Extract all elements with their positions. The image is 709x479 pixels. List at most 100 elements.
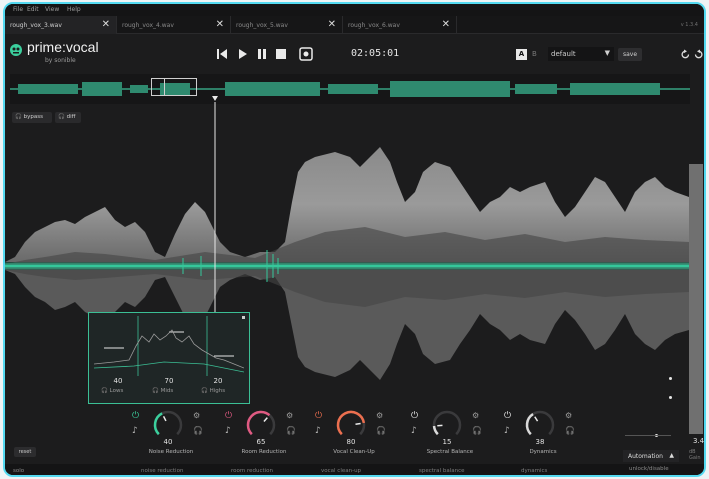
loop-icon[interactable] (297, 46, 315, 62)
power-icon[interactable]: ⏻ (132, 411, 139, 421)
note-icon[interactable]: ♪ (225, 426, 231, 436)
noise-reduction-knob[interactable] (151, 408, 185, 442)
status-item: spectral balance (419, 468, 465, 474)
status-item: room reduction (231, 468, 274, 474)
settings-icon[interactable]: ⚙ (472, 411, 479, 420)
headphones-icon[interactable]: 🎧 (472, 426, 482, 435)
header: prime:vocal by sonible 02:05:01 A B defa… (5, 34, 704, 74)
power-icon[interactable]: ⏻ (315, 411, 322, 421)
menu-view[interactable]: View (45, 6, 59, 13)
vocal-clean-up-knob[interactable] (334, 408, 368, 442)
power-icon[interactable]: ⏻ (411, 411, 418, 421)
overview-waveform (10, 81, 690, 97)
note-icon[interactable]: ♪ (132, 426, 138, 436)
brand-by: by sonible (45, 57, 76, 64)
timecode-display: 02:05:01 (351, 48, 400, 59)
knob-value: 80 (346, 438, 356, 446)
module-name: Noise Reduction (148, 449, 194, 455)
tab-rough-vox-3[interactable]: rough_vox_3.wav ✕ (5, 16, 117, 34)
diff-button[interactable]: 🎧 diff (55, 112, 81, 123)
knob-pointer (263, 417, 268, 423)
dynamics-knob[interactable] (523, 408, 557, 442)
module-name: Spectral Balance (426, 449, 474, 455)
module-name: Vocal Clean-Up (333, 449, 375, 455)
ab-b-button[interactable]: B (532, 50, 537, 58)
knob-pointer (534, 416, 539, 422)
automation-dropdown[interactable]: Automation ▲ (623, 450, 679, 462)
diff-label: diff (66, 114, 76, 120)
module-name: Room Reduction (241, 449, 287, 455)
save-button[interactable]: save (618, 48, 642, 61)
settings-icon[interactable]: ⚙ (193, 411, 200, 420)
tab-label: rough_vox_5.wav (236, 22, 288, 29)
note-icon[interactable]: ♪ (411, 426, 417, 436)
scroll-indicator[interactable] (669, 396, 672, 399)
module-noise-reduction: ⏻ ♪ ⚙ 🎧 40 Noise Reduction (126, 406, 216, 464)
tab-label: rough_vox_3.wav (10, 22, 62, 29)
module-name: Dynamics (529, 449, 557, 455)
tab-bar: rough_vox_3.wav ✕ rough_vox_4.wav ✕ roug… (5, 16, 704, 34)
gain-label: dB Gain (689, 449, 701, 461)
bypass-button[interactable]: 🎧 bypass (12, 112, 52, 123)
menu-help[interactable]: Help (67, 6, 81, 13)
headphones-icon[interactable]: 🎧 (286, 426, 296, 435)
tab-rough-vox-4[interactable]: rough_vox_4.wav ✕ (117, 16, 231, 34)
lows-value: 40 (113, 377, 123, 385)
knob-track (432, 410, 462, 436)
module-room-reduction: ⏻ ♪ ⚙ 🎧 65 Room Reduction (219, 406, 309, 464)
highs-label: 🎧 Highs (201, 388, 226, 394)
headphones-icon[interactable]: 🎧 (376, 426, 386, 435)
knob-value: 15 (442, 438, 452, 446)
headphones-icon: 🎧 (15, 114, 22, 120)
module-vocal-clean-up: ⏻ ♪ ⚙ 🎧 80 Vocal Clean-Up (309, 406, 399, 464)
playhead-marker[interactable] (212, 96, 218, 101)
preset-dropdown[interactable]: default ▼ (548, 47, 614, 61)
tab-label: rough_vox_6.wav (348, 22, 400, 29)
close-icon[interactable]: ✕ (102, 19, 110, 30)
version-label: v 1.3.4 (680, 22, 698, 28)
tab-rough-vox-5[interactable]: rough_vox_5.wav ✕ (231, 16, 343, 34)
spectral-balance-knob[interactable] (430, 408, 464, 442)
pause-icon[interactable] (253, 46, 271, 62)
gain-value: 3.4 (693, 437, 705, 445)
spectrum-graph[interactable] (94, 316, 244, 376)
menu-file[interactable]: File (13, 6, 23, 13)
noise-reduction-detail-panel: 40 70 20 🎧 Lows 🎧 Mids 🎧 Highs (88, 312, 250, 404)
ab-a-button[interactable]: A (516, 49, 527, 60)
scroll-indicator[interactable] (669, 377, 672, 380)
settings-icon[interactable]: ⚙ (565, 411, 572, 420)
overview-selection[interactable] (151, 78, 197, 96)
logo-icon (10, 44, 22, 56)
play-icon[interactable] (234, 46, 252, 62)
knob-value: 65 (256, 438, 266, 446)
power-icon[interactable]: ⏻ (225, 411, 232, 421)
power-icon[interactable]: ⏻ (504, 411, 511, 421)
menu-bar: File Edit View Help (5, 4, 704, 16)
chevron-down-icon: ▼ (604, 49, 610, 57)
mids-value: 70 (164, 377, 174, 385)
settings-icon[interactable]: ⚙ (376, 411, 383, 420)
headphones-icon[interactable]: 🎧 (193, 426, 203, 435)
close-icon[interactable]: ✕ (216, 19, 224, 30)
module-spectral-balance: ⏻ ♪ ⚙ 🎧 15 Spectral Balance (405, 406, 495, 464)
zoom-slider[interactable] (625, 434, 671, 437)
settings-icon[interactable]: ⚙ (286, 411, 293, 420)
headphones-icon[interactable]: 🎧 (565, 426, 575, 435)
close-icon[interactable]: ✕ (442, 19, 450, 30)
reset-button[interactable]: reset (14, 447, 36, 457)
automation-label: Automation (628, 453, 663, 460)
room-reduction-knob[interactable] (244, 408, 278, 442)
note-icon[interactable]: ♪ (504, 426, 510, 436)
output-gain-meter[interactable] (689, 164, 703, 434)
stop-icon[interactable] (272, 46, 290, 62)
undo-icon[interactable] (680, 49, 691, 60)
close-icon[interactable]: ✕ (328, 19, 336, 30)
module-dynamics: ⏻ ♪ ⚙ 🎧 38 Dynamics (498, 406, 588, 464)
waveform-overview[interactable] (10, 74, 690, 104)
skip-back-icon[interactable] (213, 46, 231, 62)
redo-icon[interactable] (693, 49, 704, 60)
knob-value-arc (153, 412, 163, 436)
menu-edit[interactable]: Edit (27, 6, 39, 13)
note-icon[interactable]: ♪ (315, 426, 321, 436)
tab-rough-vox-6[interactable]: rough_vox_6.wav ✕ (343, 16, 457, 34)
